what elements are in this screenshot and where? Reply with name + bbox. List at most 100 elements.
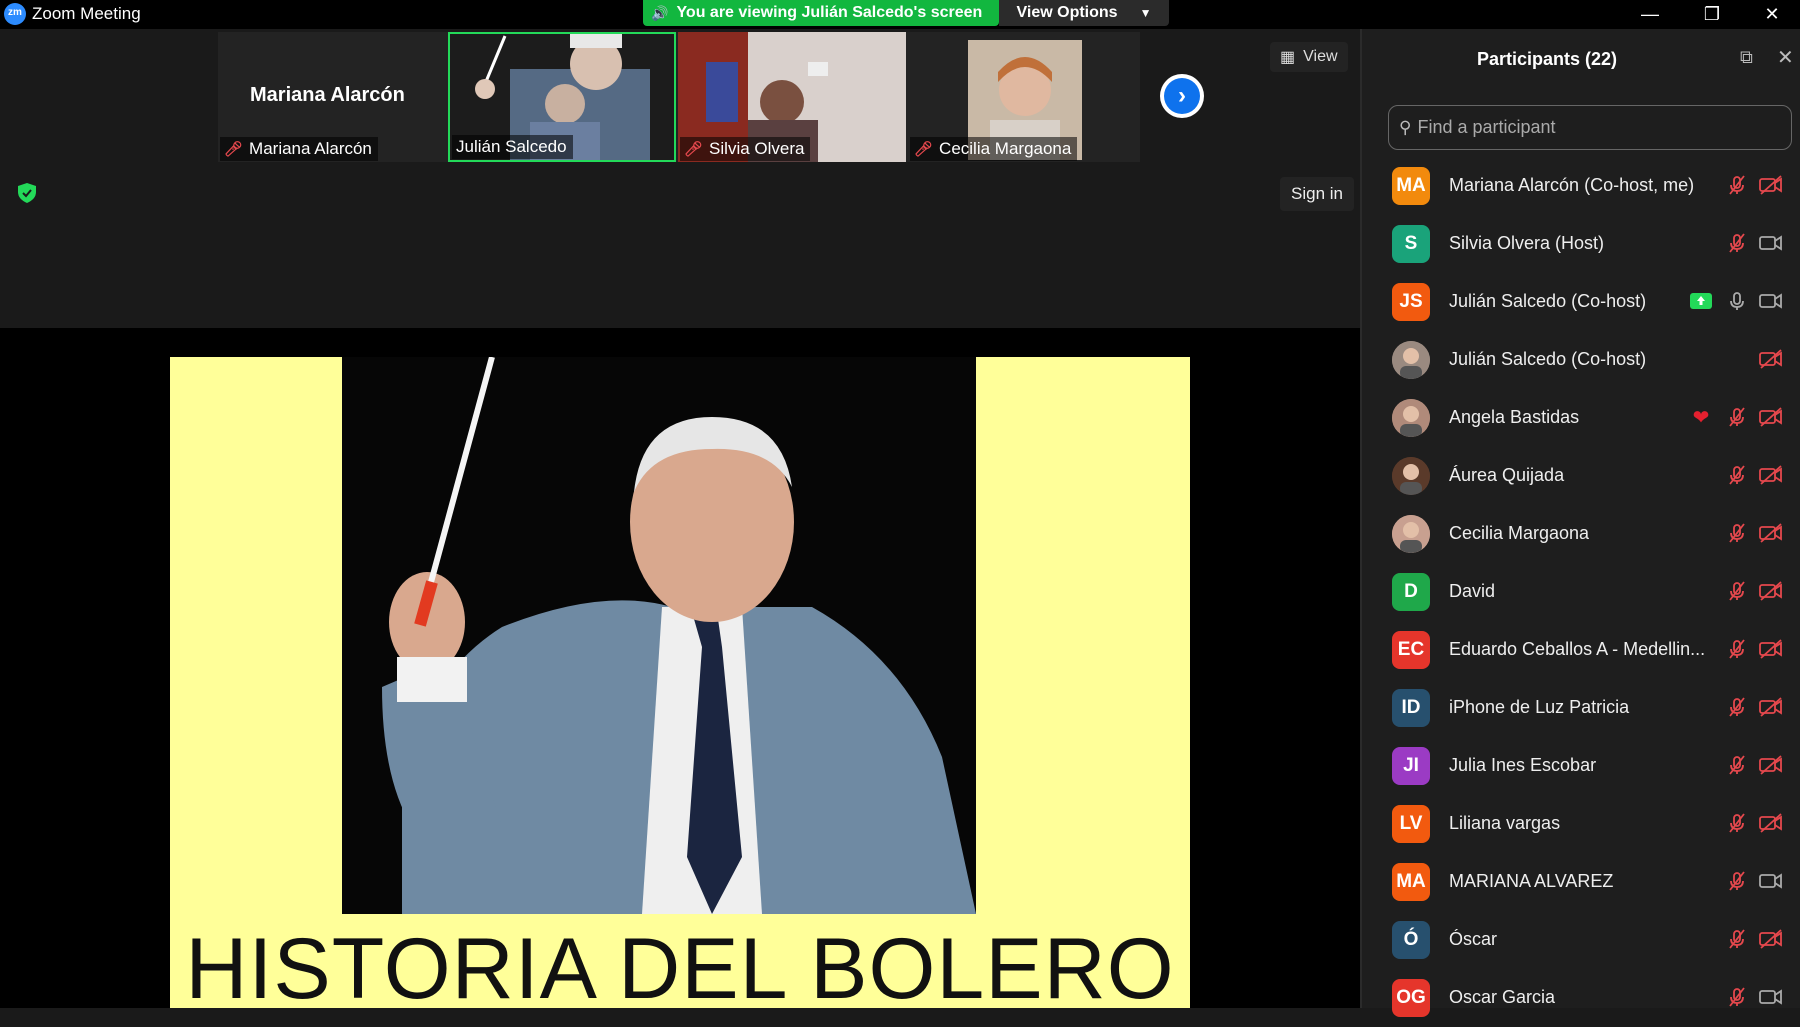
participant-row[interactable]: LV Liliana vargas	[1362, 795, 1800, 853]
window-title: Zoom Meeting	[32, 4, 141, 23]
participant-name: Angela Bastidas	[1449, 407, 1580, 427]
close-window-button[interactable]: ✕	[1744, 0, 1800, 29]
participant-row[interactable]: Julián Salcedo (Co-host)	[1362, 331, 1800, 389]
participant-row[interactable]: D David	[1362, 563, 1800, 621]
mic-muted-icon[interactable]	[1724, 868, 1750, 894]
shared-screen: HISTORIA DEL BOLERO	[0, 328, 1360, 1008]
view-button[interactable]: ▦ View	[1270, 42, 1348, 72]
mic-muted-icon[interactable]	[1724, 520, 1750, 546]
speaker-icon: 🔊	[651, 4, 669, 21]
camera-off-icon[interactable]	[1758, 462, 1784, 488]
share-banner-text: You are viewing Julián Salcedo's screen	[676, 4, 983, 21]
tile-name: Mariana Alarcón	[249, 139, 372, 158]
camera-icon[interactable]	[1758, 230, 1784, 256]
mic-muted-icon[interactable]	[1724, 578, 1750, 604]
camera-off-icon[interactable]	[1758, 172, 1784, 198]
mic-muted-icon[interactable]	[1724, 230, 1750, 256]
camera-off-icon[interactable]	[1758, 810, 1784, 836]
mic-muted-icon[interactable]	[1724, 404, 1750, 430]
participant-row[interactable]: MA Mariana Alarcón (Co-host, me)	[1362, 157, 1800, 215]
video-tile-cecilia[interactable]: 🎤︎ Cecilia Margaona	[908, 32, 1136, 162]
video-thumbnail-strip: Mariana Alarcón 🎤︎ Mariana Alarcón Juliá…	[218, 32, 1140, 162]
tile-name: Silvia Olvera	[709, 139, 805, 158]
mic-muted-icon[interactable]	[1724, 984, 1750, 1010]
camera-off-icon[interactable]	[1758, 346, 1784, 372]
tile-name-label: 🎤︎ Silvia Olvera	[680, 137, 811, 161]
mic-muted-icon[interactable]	[1724, 462, 1750, 488]
grid-view-icon: ▦	[1280, 49, 1296, 66]
participants-panel: Participants (22) ⧉ ✕ ⚲ MA Mariana Alarcó…	[1360, 29, 1800, 1017]
participant-row[interactable]: JS Julián Salcedo (Co-host)	[1362, 273, 1800, 331]
screen-share-icon	[1688, 288, 1714, 314]
avatar: JI	[1392, 747, 1430, 785]
minimize-button[interactable]: —	[1622, 0, 1678, 29]
tile-display-name: Mariana Alarcón	[250, 84, 405, 106]
participant-row[interactable]: Cecilia Margaona	[1362, 505, 1800, 563]
participant-row[interactable]: OG Oscar Garcia	[1362, 969, 1800, 1027]
camera-icon[interactable]	[1758, 984, 1784, 1010]
restore-button[interactable]: ❐	[1684, 0, 1740, 29]
participant-name: Eduardo Ceballos A - Medellin...	[1449, 639, 1706, 659]
tile-name-label: 🎤︎ Mariana Alarcón	[220, 137, 378, 161]
participant-name: iPhone de Luz Patricia	[1449, 697, 1630, 717]
camera-off-icon[interactable]	[1758, 694, 1784, 720]
participant-row[interactable]: ID iPhone de Luz Patricia	[1362, 679, 1800, 737]
view-options-label: View Options	[1016, 4, 1118, 21]
video-tile-julian[interactable]: Julián Salcedo	[448, 32, 676, 162]
camera-off-icon[interactable]	[1758, 404, 1784, 430]
avatar: D	[1392, 573, 1430, 611]
video-tile-mariana[interactable]: Mariana Alarcón 🎤︎ Mariana Alarcón	[218, 32, 446, 162]
participant-row[interactable]: Ó Óscar	[1362, 911, 1800, 969]
participant-row[interactable]: JI Julia Ines Escobar	[1362, 737, 1800, 795]
view-options-button[interactable]: View Options ▼	[999, 0, 1169, 26]
avatar: JS	[1392, 283, 1430, 321]
participant-name: Oscar Garcia	[1449, 987, 1556, 1007]
chevron-down-icon: ▼	[1139, 6, 1152, 20]
mic-icon[interactable]	[1724, 288, 1750, 314]
camera-off-icon[interactable]	[1758, 578, 1784, 604]
mic-muted-icon[interactable]	[1724, 752, 1750, 778]
search-input[interactable]	[1417, 117, 1778, 138]
camera-icon[interactable]	[1758, 868, 1784, 894]
avatar	[1392, 457, 1430, 495]
camera-off-icon[interactable]	[1758, 520, 1784, 546]
participant-row[interactable]: MA MARIANA ALVAREZ	[1362, 853, 1800, 911]
pop-out-icon[interactable]: ⧉	[1740, 47, 1753, 68]
avatar	[1392, 341, 1430, 379]
sign-in-button[interactable]: Sign in	[1280, 177, 1354, 211]
mic-muted-icon[interactable]	[1724, 926, 1750, 952]
tile-name: Julián Salcedo	[456, 137, 567, 156]
mic-muted-icon[interactable]	[1724, 636, 1750, 662]
mic-muted-icon: 🎤︎	[224, 141, 244, 158]
participant-row[interactable]: S Silvia Olvera (Host)	[1362, 215, 1800, 273]
participant-name: David	[1449, 581, 1496, 601]
participant-row[interactable]: Angela Bastidas ❤	[1362, 389, 1800, 447]
tile-name-label: 🎤︎ Cecilia Margaona	[910, 137, 1078, 161]
presentation-slide: HISTORIA DEL BOLERO	[170, 357, 1190, 1008]
camera-off-icon[interactable]	[1758, 752, 1784, 778]
participant-name: Julia Ines Escobar	[1449, 755, 1597, 775]
camera-icon[interactable]	[1758, 288, 1784, 314]
slide-title: HISTORIA DEL BOLERO	[185, 921, 1175, 1008]
camera-off-icon[interactable]	[1758, 926, 1784, 952]
search-icon: ⚲	[1399, 117, 1412, 137]
next-page-button[interactable]: ›	[1160, 74, 1204, 118]
participant-list: MA Mariana Alarcón (Co-host, me) S Silvia O…	[1362, 157, 1800, 1027]
mic-muted-icon[interactable]	[1724, 172, 1750, 198]
mic-muted-icon[interactable]	[1724, 810, 1750, 836]
close-panel-button[interactable]: ✕	[1777, 45, 1794, 70]
participant-search[interactable]: ⚲	[1388, 105, 1792, 150]
participant-name: Óscar	[1449, 929, 1498, 949]
video-tile-silvia[interactable]: 🎤︎ Silvia Olvera	[678, 32, 906, 162]
participant-row[interactable]: EC Eduardo Ceballos A - Medellin...	[1362, 621, 1800, 679]
conductor-photo	[342, 357, 976, 914]
avatar	[1392, 399, 1430, 437]
participant-row[interactable]: Áurea Quijada	[1362, 447, 1800, 505]
avatar: EC	[1392, 631, 1430, 669]
mic-muted-icon: 🎤︎	[684, 141, 704, 158]
avatar: ID	[1392, 689, 1430, 727]
security-shield-icon[interactable]	[16, 182, 38, 204]
participant-name: Áurea Quijada	[1449, 465, 1565, 485]
mic-muted-icon[interactable]	[1724, 694, 1750, 720]
camera-off-icon[interactable]	[1758, 636, 1784, 662]
